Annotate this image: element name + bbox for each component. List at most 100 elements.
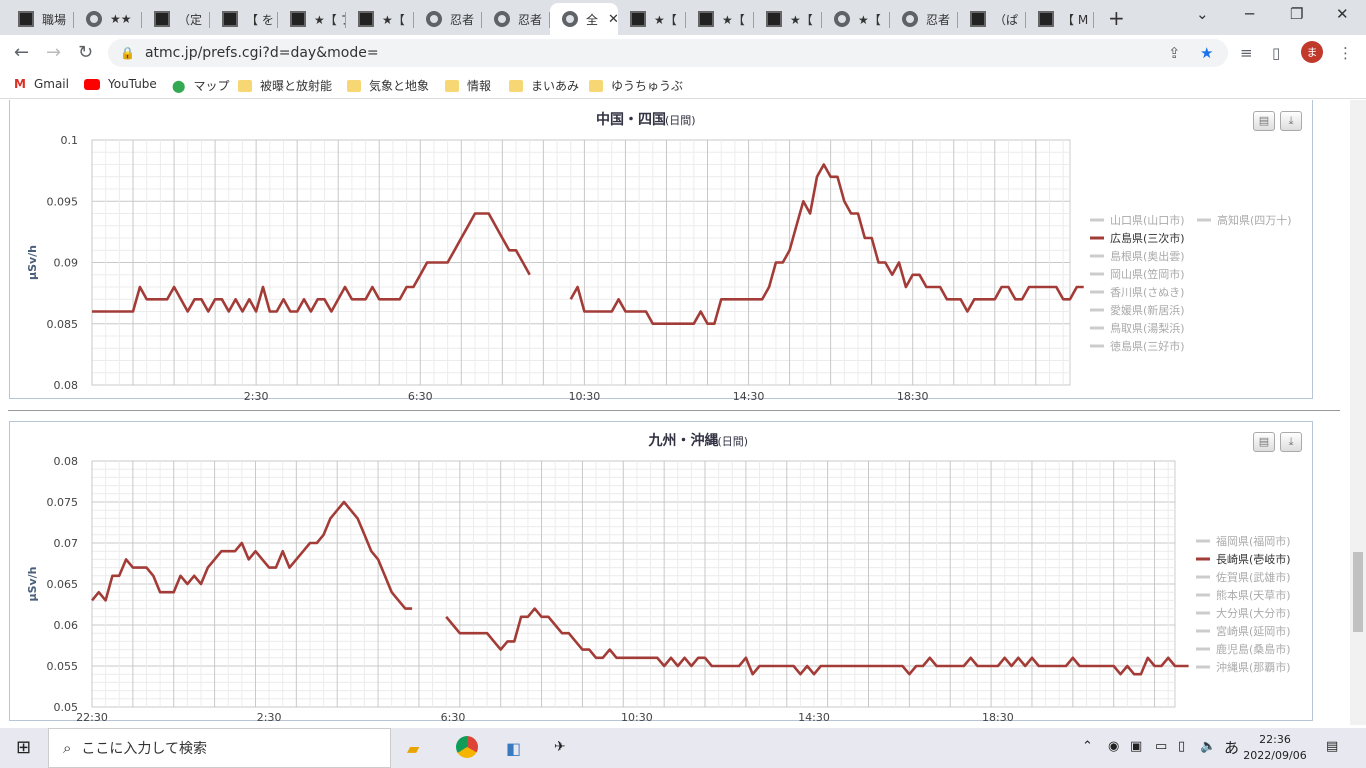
tab-label: 忍者	[518, 12, 543, 27]
tab[interactable]: 忍者	[890, 3, 958, 35]
x-tick-label: 10:30	[569, 390, 601, 403]
chevron-up-icon[interactable]: ⌃	[1082, 739, 1093, 754]
legend-item: 広島県(三次市)	[1110, 231, 1185, 245]
vertical-scrollbar[interactable]	[1350, 100, 1366, 725]
share-icon[interactable]: ⇪	[1168, 44, 1181, 62]
bookmark-folder[interactable]: 気象と地象	[347, 77, 429, 94]
globe-icon	[86, 11, 102, 27]
app-icon[interactable]: ✈	[554, 739, 566, 755]
new-tab-button[interactable]: +	[1108, 6, 1125, 30]
y-tick-label: 0.05	[54, 701, 79, 714]
reload-icon[interactable]: ↻	[78, 42, 93, 63]
forward-icon[interactable]: →	[46, 42, 61, 63]
taskbar-search[interactable]: ⌕ ここに入力して検索	[48, 728, 391, 768]
tab-label: ★【	[790, 12, 813, 27]
volume-icon[interactable]: 🔈	[1200, 739, 1216, 754]
tab[interactable]: 忍者	[414, 3, 482, 35]
menu-icon[interactable]: ⋮	[1338, 44, 1353, 62]
bookmark-maps[interactable]: ⬤ マップ	[172, 77, 229, 94]
browser-toolbar: ← → ↻ 🔒 atmc.jp/prefs.cgi?d=day&mode= ⇪ …	[0, 35, 1366, 71]
bookmarks-bar: M Gmail YouTube ⬤ マップ 被曝と放射能 気象と地象 情報 まいあみ…	[0, 71, 1366, 99]
tab[interactable]: 忍者	[482, 3, 550, 35]
x-tick-label: 6:30	[441, 711, 466, 724]
avatar[interactable]: ま	[1301, 41, 1323, 63]
legend-item: 愛媛県(新居浜)	[1110, 303, 1185, 317]
back-icon[interactable]: ←	[14, 42, 29, 63]
chart-title: 九州・沖縄	[648, 432, 719, 449]
tab[interactable]: 【 を	[210, 3, 278, 35]
y-tick-label: 0.06	[54, 619, 79, 632]
x-tick-label: 10:30	[621, 711, 653, 724]
bookmark-folder[interactable]: 情報	[445, 77, 491, 94]
gmail-icon: M	[14, 77, 26, 91]
tab[interactable]: ★【 プ	[278, 3, 346, 35]
ime-indicator[interactable]: あ	[1224, 737, 1239, 758]
address-bar[interactable]: 🔒 atmc.jp/prefs.cgi?d=day&mode=	[108, 39, 1228, 67]
tab[interactable]: ★【	[686, 3, 754, 35]
close-window-button[interactable]: ✕	[1336, 5, 1349, 23]
clock[interactable]: 22:36 2022/09/06	[1240, 732, 1310, 764]
bookmark-star-icon[interactable]: ★	[1200, 44, 1213, 62]
battery-icon[interactable]: ▯	[1178, 739, 1185, 754]
tab[interactable]: 【 M	[1026, 3, 1094, 35]
tab[interactable]: ★★	[74, 3, 142, 35]
bookmark-youtube[interactable]: YouTube	[84, 77, 157, 91]
tab[interactable]: ★【	[754, 3, 822, 35]
tab-search-icon[interactable]: ⌄	[1196, 5, 1209, 23]
tab[interactable]: ★【	[822, 3, 890, 35]
x-tick-label: 6:30	[408, 390, 433, 403]
x-tick-label: 18:30	[897, 390, 929, 403]
file-explorer-icon[interactable]: ▰	[407, 739, 419, 758]
windows-start-icon[interactable]: ⊞	[16, 737, 31, 758]
bookmark-label: まいあみ	[531, 79, 580, 93]
chrome-icon[interactable]	[456, 736, 478, 758]
network-icon[interactable]: ▭	[1155, 739, 1167, 754]
tab-label: 【 M	[1062, 12, 1089, 27]
bookmark-label: ゆうちゅうぶ	[611, 79, 684, 93]
bookmark-folder[interactable]: ゆうちゅうぶ	[589, 77, 683, 94]
bookmark-gmail[interactable]: M Gmail	[14, 77, 69, 91]
site-icon	[630, 11, 646, 27]
bookmark-folder[interactable]: まいあみ	[509, 77, 579, 94]
bookmark-label: 情報	[467, 79, 492, 93]
y-tick-label: 0.07	[54, 537, 79, 550]
x-tick-label: 22:30	[76, 711, 108, 724]
bookmark-label: マップ	[193, 79, 230, 93]
y-tick-label: 0.08	[54, 455, 79, 468]
media-icon[interactable]: ≡	[1240, 44, 1253, 62]
tab-label: 忍者	[450, 12, 475, 27]
tab[interactable]: 職場	[6, 3, 74, 35]
legend-item: 熊本県(天草市)	[1216, 588, 1291, 602]
site-icon	[290, 11, 306, 27]
site-icon	[698, 11, 714, 27]
url-text: atmc.jp/prefs.cgi?d=day&mode=	[144, 45, 379, 61]
tab[interactable]: 全 ✕	[550, 3, 618, 35]
x-tick-label: 2:30	[244, 390, 269, 403]
scrollbar-thumb[interactable]	[1353, 552, 1363, 632]
site-icon	[1038, 11, 1054, 27]
x-tick-label: 14:30	[733, 390, 765, 403]
tab[interactable]: （ぱ	[958, 3, 1026, 35]
x-tick-label: 18:30	[982, 711, 1014, 724]
maximize-button[interactable]: ❐	[1290, 5, 1303, 23]
site-icon	[154, 11, 170, 27]
side-panel-icon[interactable]: ▯	[1272, 44, 1280, 62]
youtube-icon	[84, 78, 100, 90]
app-icon[interactable]: ◧	[506, 739, 521, 758]
minimize-button[interactable]: ─	[1245, 5, 1254, 23]
tab[interactable]: （定	[142, 3, 210, 35]
tab[interactable]: ★【	[346, 3, 414, 35]
globe-icon	[902, 11, 918, 27]
bookmark-folder[interactable]: 被曝と放射能	[238, 77, 332, 94]
tray-icon[interactable]: ◉	[1108, 739, 1119, 754]
tab-label: ★【	[722, 12, 745, 27]
y-axis-label: µSv/h	[26, 245, 39, 280]
notifications-icon[interactable]: ▤	[1326, 739, 1338, 754]
chart-subtitle: (日間)	[718, 435, 749, 448]
tab[interactable]: ★【	[618, 3, 686, 35]
tray-icon[interactable]: ▣	[1130, 739, 1142, 754]
legend-item: 徳島県(三好市)	[1110, 339, 1185, 353]
y-tick-label: 0.065	[47, 578, 79, 591]
site-icon	[358, 11, 374, 27]
close-tab-icon[interactable]: ✕	[608, 12, 618, 27]
